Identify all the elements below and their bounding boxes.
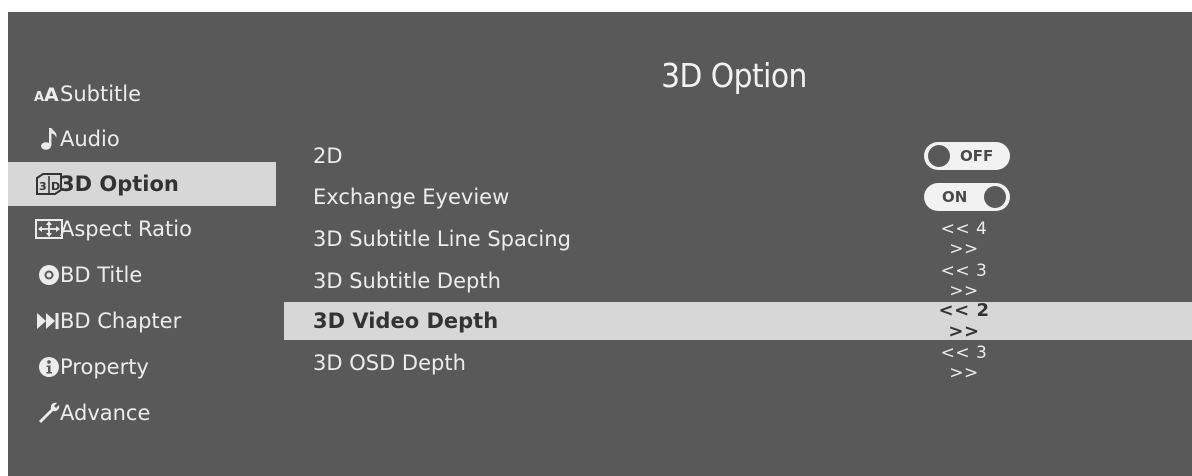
skip-forward-icon <box>32 307 66 335</box>
svg-text:A: A <box>34 90 44 104</box>
toggle-state: ON <box>942 188 968 206</box>
sidebar-item-bd-chapter[interactable]: BD Chapter <box>8 298 276 344</box>
disc-icon <box>32 261 66 289</box>
aspect-ratio-icon <box>32 215 66 243</box>
value-stepper[interactable]: << 2 >> <box>924 300 1004 342</box>
sidebar-item-property[interactable]: Property <box>8 344 276 390</box>
svg-text:D: D <box>51 180 60 193</box>
option-3d-video-depth[interactable]: 3D Video Depth << 2 >> <box>284 300 1192 342</box>
sidebar-item-advance[interactable]: Advance <box>8 390 276 436</box>
3d-icon: 3 D <box>32 170 66 198</box>
sidebar-item-bd-title[interactable]: BD Title <box>8 252 276 298</box>
option-3d-subtitle-depth[interactable]: 3D Subtitle Depth << 3 >> <box>284 260 1192 302</box>
toggle-knob <box>984 186 1006 208</box>
sidebar-item-aspect-ratio[interactable]: Aspect Ratio <box>8 206 276 252</box>
option-label: 3D Subtitle Line Spacing <box>313 227 571 251</box>
toggle-2d[interactable]: OFF <box>924 142 1010 170</box>
svg-text:A: A <box>44 84 59 104</box>
subtitle-aa-icon: A A <box>32 80 66 108</box>
options-list: 2D OFF Exchange Eyeview ON 3D Subtitle L… <box>284 136 1192 386</box>
option-label: 2D <box>313 144 343 168</box>
sidebar-item-label: Property <box>60 355 149 379</box>
option-label: 3D Video Depth <box>313 309 499 333</box>
music-note-icon <box>32 125 66 153</box>
toggle-state: OFF <box>960 147 994 165</box>
value-stepper[interactable]: << 3 >> <box>924 261 1004 301</box>
option-3d-subtitle-line-spacing[interactable]: 3D Subtitle Line Spacing << 4 >> <box>284 218 1192 260</box>
sidebar-item-label: Subtitle <box>60 82 142 106</box>
page-title: 3D Option <box>661 56 807 95</box>
option-exchange-eyeview[interactable]: Exchange Eyeview ON <box>284 176 1192 218</box>
option-3d-osd-depth[interactable]: 3D OSD Depth << 3 >> <box>284 340 1192 386</box>
info-icon <box>32 353 66 381</box>
sidebar-item-label: BD Title <box>60 263 143 287</box>
value-stepper[interactable]: << 4 >> <box>924 219 1004 259</box>
option-2d[interactable]: 2D OFF <box>284 136 1192 176</box>
sidebar-item-label: Aspect Ratio <box>60 217 192 241</box>
settings-panel: 3D Option A A Subtitle Audio 3 D 3D Opti… <box>8 12 1192 476</box>
toggle-exchange-eyeview[interactable]: ON <box>924 183 1010 211</box>
sidebar-item-subtitle[interactable]: A A Subtitle <box>8 72 276 116</box>
sidebar-item-3d-option[interactable]: 3 D 3D Option <box>8 162 276 206</box>
sidebar-item-audio[interactable]: Audio <box>8 116 276 162</box>
wrench-icon <box>32 399 66 427</box>
sidebar-item-label: 3D Option <box>60 172 179 196</box>
sidebar-item-label: Audio <box>60 127 120 151</box>
sidebar: A A Subtitle Audio 3 D 3D Option Aspect … <box>8 72 276 436</box>
value-stepper[interactable]: << 3 >> <box>924 343 1004 383</box>
option-label: 3D OSD Depth <box>313 351 466 375</box>
option-label: 3D Subtitle Depth <box>313 269 501 293</box>
svg-text:3: 3 <box>39 180 47 193</box>
option-label: Exchange Eyeview <box>313 185 510 209</box>
toggle-knob <box>928 145 950 167</box>
sidebar-item-label: BD Chapter <box>60 309 182 333</box>
sidebar-item-label: Advance <box>60 401 151 425</box>
